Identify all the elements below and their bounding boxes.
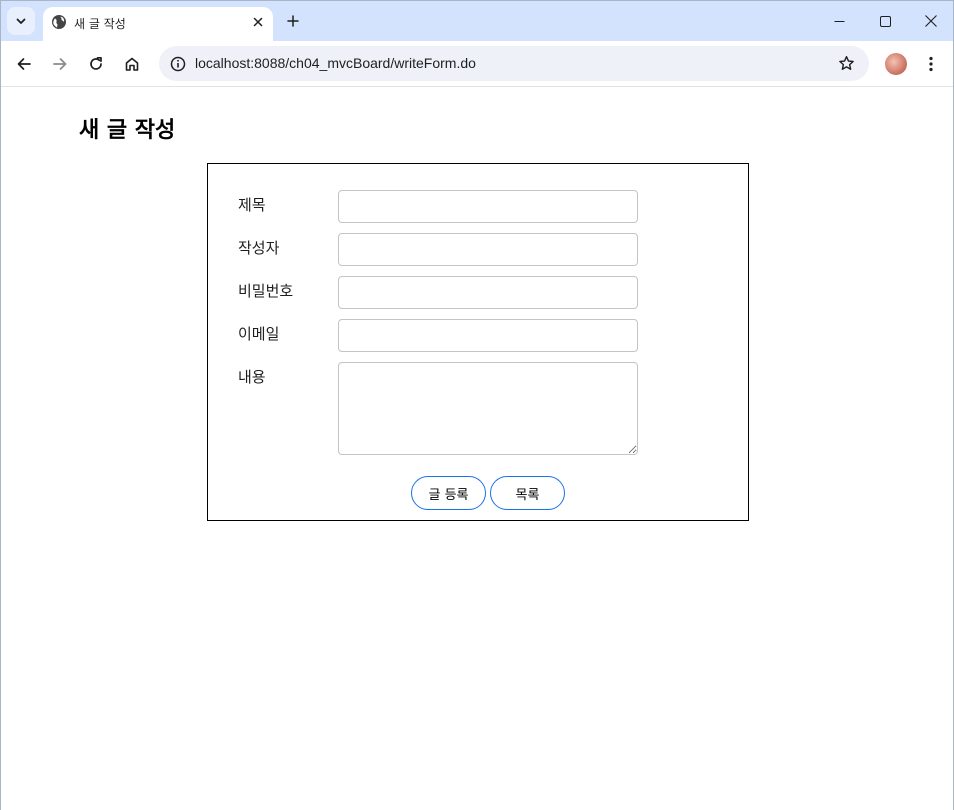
list-button[interactable]: 목록 xyxy=(490,476,565,510)
browser-toolbar: localhost:8088/ch04_mvcBoard/writeForm.d… xyxy=(1,41,953,87)
maximize-icon xyxy=(879,15,891,27)
window-close-button[interactable] xyxy=(911,5,951,37)
url-text[interactable]: localhost:8088/ch04_mvcBoard/writeForm.d… xyxy=(195,55,476,71)
writer-label: 작성자 xyxy=(238,239,280,257)
tab-strip: 새 글 작성 xyxy=(1,1,953,41)
close-icon xyxy=(925,15,937,27)
content-textarea[interactable] xyxy=(338,362,638,455)
star-icon xyxy=(839,55,854,70)
home-button[interactable] xyxy=(116,48,148,80)
close-icon xyxy=(253,17,263,27)
reload-icon xyxy=(90,56,102,70)
writer-input[interactable] xyxy=(338,233,638,266)
chevron-down-icon xyxy=(16,18,26,24)
menu-button[interactable] xyxy=(915,48,947,80)
profile-avatar[interactable] xyxy=(885,53,907,75)
bookmark-button[interactable] xyxy=(834,51,859,76)
title-input[interactable] xyxy=(338,190,638,223)
write-form: 제목 작성자 비밀번호 이메일 내용 글 등록 목록 xyxy=(207,163,749,521)
browser-window: 새 글 작성 localhost:8088/ch04_mvcBoard/writ… xyxy=(0,0,954,810)
globe-icon xyxy=(52,15,66,29)
more-vertical-icon xyxy=(929,56,933,72)
password-input[interactable] xyxy=(338,276,638,309)
minimize-button[interactable] xyxy=(819,5,859,37)
title-label: 제목 xyxy=(238,196,266,214)
tab-title: 새 글 작성 xyxy=(74,17,126,31)
back-button[interactable] xyxy=(8,48,40,80)
address-bar[interactable]: localhost:8088/ch04_mvcBoard/writeForm.d… xyxy=(159,46,869,81)
home-icon xyxy=(125,57,139,71)
reload-button[interactable] xyxy=(80,48,112,80)
page-content: 새 글 작성 제목 작성자 비밀번호 이메일 내용 글 등록 목록 xyxy=(1,88,953,810)
content-label: 내용 xyxy=(238,368,266,386)
tab-close-button[interactable] xyxy=(248,12,268,32)
minimize-icon xyxy=(834,20,844,22)
submit-button[interactable]: 글 등록 xyxy=(411,476,486,510)
info-icon xyxy=(170,56,185,71)
plus-icon xyxy=(287,15,299,27)
tab-search-button[interactable] xyxy=(7,7,35,35)
page-title: 새 글 작성 xyxy=(79,118,176,143)
site-info-button[interactable] xyxy=(165,51,190,76)
arrow-left-icon xyxy=(17,58,31,70)
new-tab-button[interactable] xyxy=(281,9,305,33)
maximize-button[interactable] xyxy=(865,5,905,37)
active-tab[interactable]: 새 글 작성 xyxy=(43,7,273,41)
forward-button[interactable] xyxy=(44,48,76,80)
email-input[interactable] xyxy=(338,319,638,352)
email-label: 이메일 xyxy=(238,325,280,343)
password-label: 비밀번호 xyxy=(238,282,294,300)
arrow-right-icon xyxy=(53,58,67,70)
